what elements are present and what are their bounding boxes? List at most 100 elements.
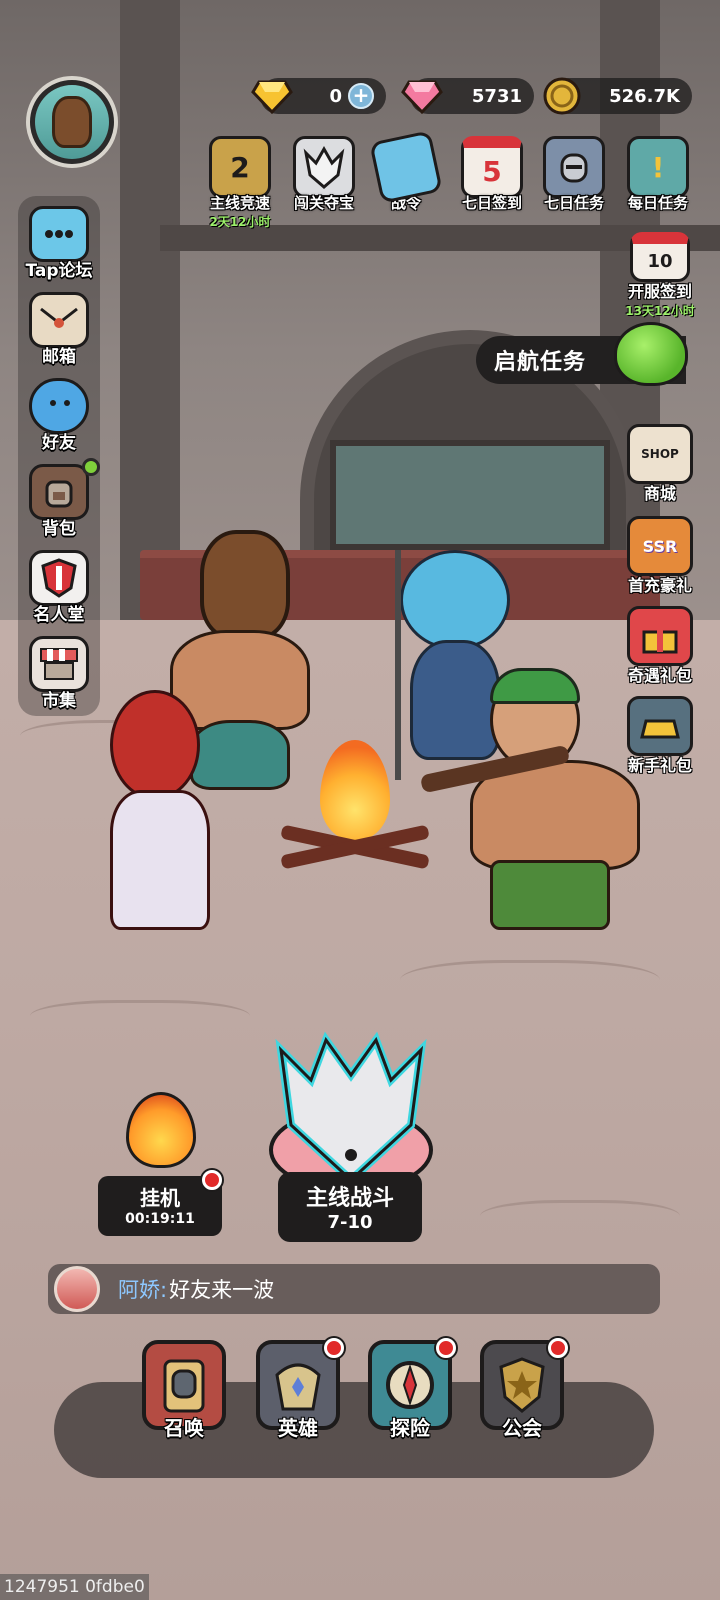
market-stall-icon [29, 636, 89, 692]
tiger-icon: SSR [627, 516, 693, 576]
notification-dot [82, 458, 100, 476]
dock-guild[interactable]: 公会 [472, 1338, 572, 1441]
dock-explore[interactable]: 探险 [360, 1338, 460, 1441]
event-label: 主线竞速 [209, 194, 270, 212]
add-diamond-button[interactable]: + [348, 83, 374, 109]
sidebar-item-label: 好友 [42, 433, 76, 453]
chat-avatar [54, 1266, 100, 1312]
server-checkin-button[interactable]: 10 开服签到 13天12小时 [612, 232, 708, 319]
shop-button[interactable]: SHOP 商城 [612, 424, 708, 504]
trophy-icon: 2 [209, 136, 271, 198]
green-slime-icon[interactable] [614, 322, 688, 386]
gift-box-icon [627, 606, 693, 666]
right-item-label: 新手礼包 [627, 756, 692, 775]
notification-dot [202, 1170, 222, 1190]
first-recharge-button[interactable]: SSR 首充豪礼 [612, 516, 708, 596]
sidebar-item-mailbox[interactable]: 邮箱 [14, 292, 104, 367]
wolf-mask-icon [293, 136, 355, 198]
main-battle-stage: 7-10 [327, 1212, 373, 1233]
right-item-label: 首充豪礼 [627, 576, 692, 595]
ssr-badge: SSR [642, 536, 678, 556]
debug-build-id: 1247951 0fdbe0 [0, 1574, 149, 1600]
sidebar-item-label: 市集 [42, 691, 76, 711]
calendar-icon: 10 [630, 232, 690, 282]
event-seven-day-task[interactable]: 七日任务 [534, 136, 614, 222]
envelope-icon [29, 292, 89, 348]
right-item-label: 商城 [643, 484, 676, 503]
currency-coin[interactable]: 526.7K [543, 77, 692, 115]
gold-coin-icon [540, 74, 584, 118]
player-avatar[interactable] [26, 76, 118, 168]
idle-rewards-button[interactable]: 挂机 00:19:11 [98, 1170, 222, 1236]
encounter-pack-button[interactable]: 奇遇礼包 [612, 606, 708, 686]
yellow-diamond-icon [250, 74, 294, 118]
calendar-day: 5 [482, 155, 502, 188]
event-timer: 2天12小时 [209, 215, 271, 229]
dock-label: 召唤 [164, 1416, 204, 1440]
dock-label: 公会 [502, 1416, 542, 1440]
right-item-label: 开服签到 [627, 282, 692, 301]
shop-bag-text: SHOP [641, 447, 679, 461]
voyage-task-label: 启航任务 [494, 350, 587, 375]
sidebar-item-tap-forum[interactable]: Tap论坛 [14, 206, 104, 281]
right-item-timer: 13天12小时 [625, 304, 695, 318]
currency-gem[interactable]: 5731 [401, 78, 534, 114]
sidebar-item-label: 背包 [42, 519, 76, 539]
chat-message: 好友来一波 [169, 1278, 275, 1302]
wood-mask-icon [52, 96, 92, 148]
floor-crack [30, 1000, 250, 1040]
event-stage-treasure[interactable]: 闯关夺宝 [284, 136, 364, 222]
trophy-rank: 2 [230, 150, 250, 184]
newbie-pack-button[interactable]: 新手礼包 [612, 696, 708, 776]
shield-icon [29, 550, 89, 606]
currency-amount: 5731 [471, 85, 522, 107]
campfire-flame [320, 740, 390, 840]
campfire [280, 730, 430, 880]
backpack-icon [29, 464, 89, 520]
event-seven-day-checkin[interactable]: 5 七日签到 [452, 136, 532, 222]
floor-crack [480, 1200, 680, 1240]
dock-label: 英雄 [278, 1416, 318, 1440]
calendar-day: 10 [647, 251, 673, 272]
idle-timer: 00:19:11 [125, 1211, 195, 1227]
world-chat-bar[interactable]: 阿娇: 好友来一波 [48, 1264, 660, 1314]
chat-bubble-icon [29, 206, 89, 262]
sidebar-item-market[interactable]: 市集 [14, 636, 104, 711]
event-daily-task[interactable]: ! 每日任务 [618, 136, 698, 222]
shop-bag-icon: SHOP [627, 424, 693, 484]
sidebar-item-backpack[interactable]: 背包 [14, 458, 104, 539]
event-label: 七日签到 [461, 194, 522, 212]
main-battle-button[interactable]: 主线战斗 7-10 [278, 1172, 422, 1242]
currency-diamond[interactable]: 0 + [251, 78, 386, 114]
sidebar-item-friends[interactable]: 好友 [14, 378, 104, 453]
event-main-race[interactable]: 2 主线竞速 2天12小时 [200, 136, 280, 229]
sidebar-item-hall-of-fame[interactable]: 名人堂 [14, 550, 104, 625]
sidebar-item-label: Tap论坛 [25, 261, 93, 281]
currency-amount: 0 [329, 85, 342, 107]
dock-label: 探险 [390, 1416, 430, 1440]
currency-amount: 526.7K [609, 85, 680, 107]
sidebar-item-label: 名人堂 [33, 605, 85, 625]
event-battle-pass[interactable]: 战令 [366, 130, 446, 222]
sidebar-item-label: 邮箱 [42, 347, 76, 367]
dock-heroes[interactable]: 英雄 [248, 1338, 348, 1441]
helmet-icon [543, 136, 605, 198]
floor-crack [400, 960, 660, 1010]
notification-dot [324, 1338, 344, 1358]
avatar-portrait [35, 85, 109, 159]
event-label: 闯关夺宝 [293, 194, 354, 212]
pink-gem-icon [400, 74, 444, 118]
crystal-icon [369, 130, 443, 204]
friends-icon [29, 378, 89, 434]
hero-red-hair-scholar[interactable] [90, 690, 230, 940]
book-icon: ! [627, 136, 689, 198]
gold-ingot-icon [627, 696, 693, 756]
notification-dot [436, 1338, 456, 1358]
chat-sender-name: 阿娇: [118, 1278, 168, 1302]
event-label: 每日任务 [627, 194, 688, 212]
wolf-crest-icon[interactable] [266, 1030, 436, 1192]
right-item-label: 奇遇礼包 [627, 666, 692, 685]
notification-dot [548, 1338, 568, 1358]
calendar-icon: 5 [461, 136, 523, 198]
dock-summon[interactable]: 召唤 [134, 1340, 234, 1441]
